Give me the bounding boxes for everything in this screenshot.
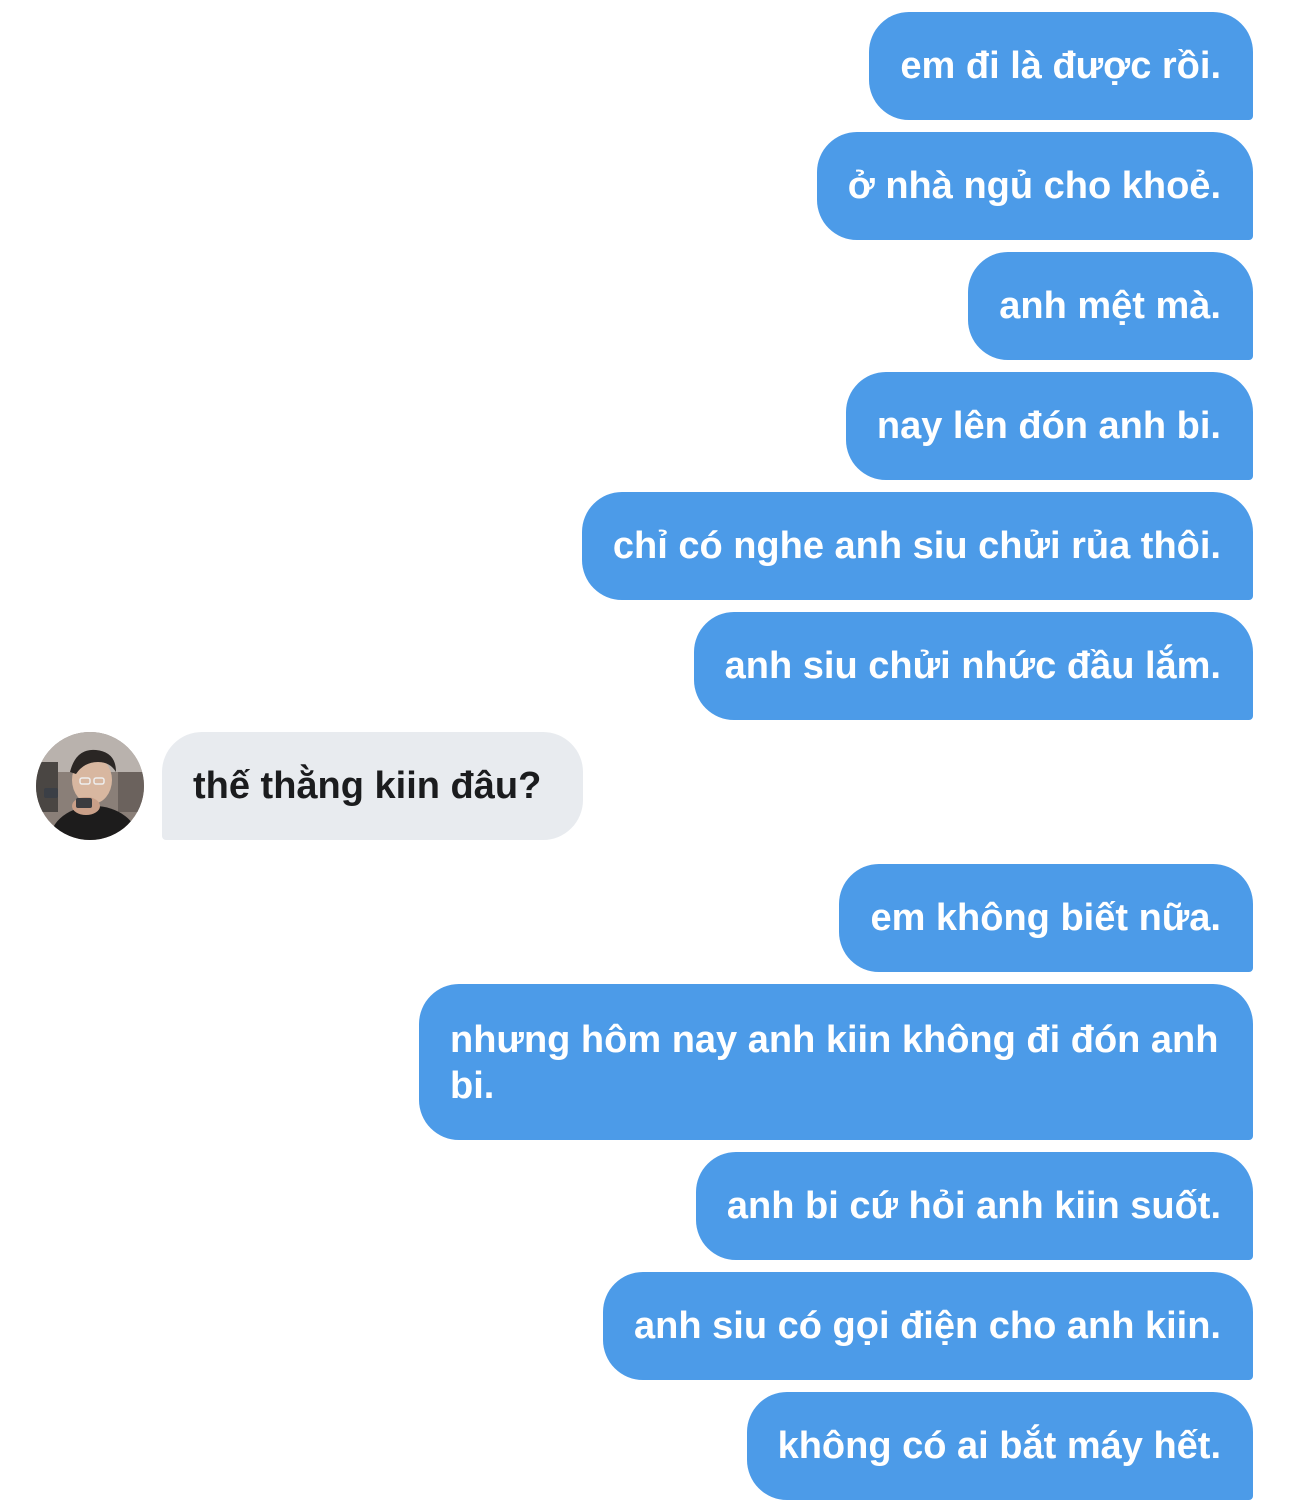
sent-message-bubble[interactable]: chỉ có nghe anh siu chửi rủa thôi. <box>581 492 1253 600</box>
sent-message-bubble[interactable]: em đi là được rồi. <box>869 12 1253 120</box>
sent-message-bubble[interactable]: ở nhà ngủ cho khoẻ. <box>816 132 1253 240</box>
avatar-photo-icon <box>36 732 144 840</box>
contact-avatar-icon[interactable] <box>36 732 144 840</box>
sent-message-bubble[interactable]: không có ai bắt máy hết. <box>746 1392 1253 1500</box>
sent-message-bubble[interactable]: anh mệt mà. <box>968 252 1253 360</box>
received-message-bubble[interactable]: thế thằng kiin đâu? <box>162 732 584 840</box>
sent-message-bubble[interactable]: anh siu có gọi điện cho anh kiin. <box>603 1272 1253 1380</box>
sent-message-bubble[interactable]: anh siu chửi nhức đầu lắm. <box>693 612 1253 720</box>
sent-message-bubble[interactable]: nay lên đón anh bi. <box>845 372 1253 480</box>
sent-message-bubble[interactable]: anh bi cứ hỏi anh kiin suốt. <box>695 1152 1253 1260</box>
sent-message-bubble[interactable]: nhưng hôm nay anh kiin không đi đón anh … <box>419 984 1253 1140</box>
sent-message-bubble[interactable]: em không biết nữa. <box>839 864 1253 972</box>
